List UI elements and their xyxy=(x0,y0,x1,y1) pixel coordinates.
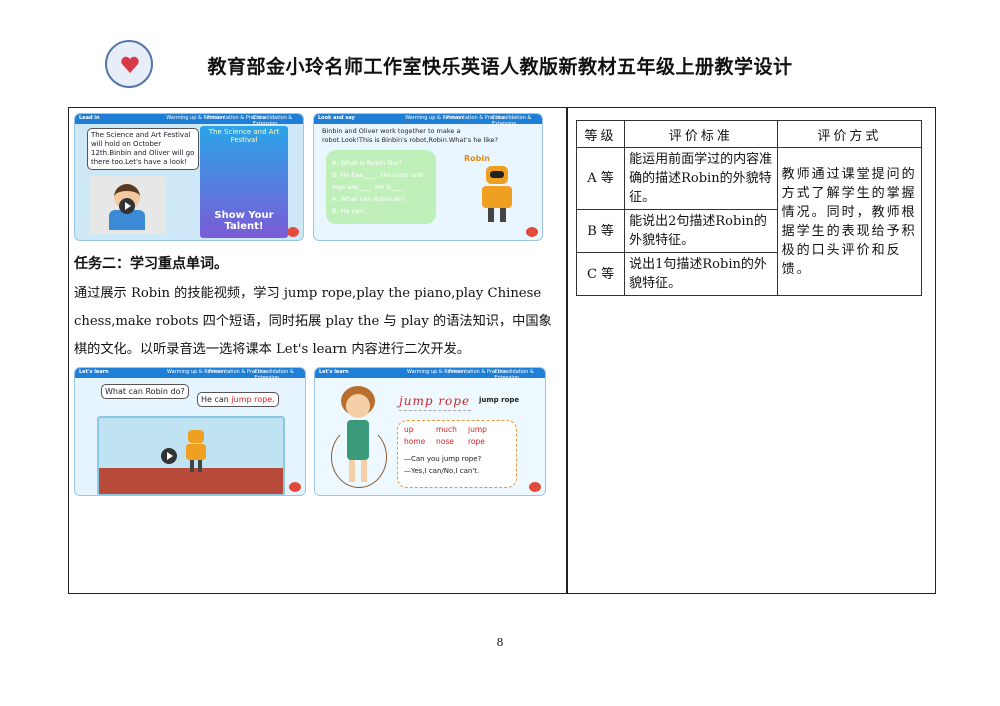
flower-icon xyxy=(289,482,301,492)
card-line: legs are____. He is____. xyxy=(332,183,407,191)
dictionary-label: jump rope xyxy=(479,396,520,404)
slide-section-label: Let's learn xyxy=(319,369,349,375)
criteria-cell: 能运用前面学过的内容准确的描述Robin的外貌特征。 xyxy=(624,147,778,210)
header-criteria: 评价标准 xyxy=(624,120,778,148)
handwritten-word: jump rope xyxy=(399,394,471,408)
grade-cell: B 等 xyxy=(575,209,626,253)
question-bubble: What can Robin do? xyxy=(101,384,189,399)
slide-look-and-say: Look and say Warming up & Revision Prese… xyxy=(313,113,543,241)
video-player[interactable] xyxy=(97,416,285,495)
method-cell: 教师通过课堂提问的方式了解学生的掌握情况。同时，教师根据学生的表现给予积极的口头… xyxy=(776,147,923,296)
play-icon[interactable] xyxy=(161,448,177,464)
table-row: A 等 能运用前面学过的内容准确的描述Robin的外貌特征。 教师通过课堂提问的… xyxy=(575,147,923,296)
slide-nav-bar: Lead in Warming up & Revision Presentati… xyxy=(75,114,303,127)
answer-prefix: He can xyxy=(201,395,232,404)
answer-bubble: He can jump rope. xyxy=(197,392,279,407)
nav-consolidation: Consolidation & Extension xyxy=(254,369,294,381)
task-description: 通过展示 Robin 的技能视频，学习 jump rope,play the p… xyxy=(74,286,552,357)
festival-poster: The Science and Art Festival Show Your T… xyxy=(200,126,288,238)
column-divider xyxy=(566,107,568,594)
table-header-row: 等级 评价标准 评价方式 xyxy=(575,120,923,148)
slide-nav-bar: Look and say Warming up & Revision Prese… xyxy=(314,114,542,127)
slide-nav-bar: Let's learn Warming up & Revision Presen… xyxy=(75,368,305,381)
grade-cell: A 等 xyxy=(575,147,626,210)
play-icon[interactable] xyxy=(119,198,135,214)
card-line: B: He can... xyxy=(332,207,370,215)
dialog-line: —Can you jump rope? xyxy=(404,455,482,463)
phonics-word: rope xyxy=(468,437,485,446)
page-number: 8 xyxy=(496,636,504,649)
card-line: B: He has____. His arms and xyxy=(332,171,423,179)
phonics-word: home xyxy=(404,437,426,446)
girl-illustration xyxy=(329,386,389,490)
document-title: 教育部金小玲名师工作室快乐英语人教版新教材五年级上册教学设计 xyxy=(207,56,793,78)
phonics-word: much xyxy=(436,425,457,434)
criteria-cell: 能说出2句描述Robin的外貌特征。 xyxy=(624,209,778,253)
speech-bubble: The Science and Art Festival will hold o… xyxy=(87,128,199,170)
flower-icon xyxy=(529,482,541,492)
slide-intro-text: Binbin and Oliver work together to make … xyxy=(322,127,498,144)
robot-label: Robin xyxy=(464,154,490,163)
phonics-word: jump xyxy=(468,425,487,434)
answer-highlight: jump rope. xyxy=(231,395,275,404)
robot-icon xyxy=(185,430,207,474)
nav-consolidation: Consolidation & Extension xyxy=(494,369,534,381)
dialog-line: —Yes,I can/No,I can't. xyxy=(404,467,480,475)
task-title: 任务二：学习重点单词。 xyxy=(74,256,228,272)
poster-slogan: Show Your Talent! xyxy=(214,210,274,232)
slide-lets-learn-word: Let's learn Warming up & Revision Presen… xyxy=(314,367,546,496)
phonics-word: nose xyxy=(436,437,454,446)
flower-icon xyxy=(526,227,538,237)
video-frame[interactable] xyxy=(89,176,165,234)
robot-icon xyxy=(476,166,516,226)
slide-lead-in: Lead in Warming up & Revision Presentati… xyxy=(74,113,304,241)
word-card: jump rope xyxy=(399,394,471,411)
flower-icon xyxy=(287,227,299,237)
slide-nav-bar: Let's learn Warming up & Revision Presen… xyxy=(315,368,545,381)
phonics-card: up much jump home nose rope —Can you jum… xyxy=(397,420,517,488)
card-line: A: What can Robin do? xyxy=(332,195,406,203)
card-line: A: What is Robin like? xyxy=(332,159,402,167)
question-card: A: What is Robin like? B: He has____. Hi… xyxy=(326,150,436,224)
criteria-cell: 说出1句描述Robin的外貌特征。 xyxy=(624,252,778,296)
header-method: 评价方式 xyxy=(776,120,923,148)
slide-lets-learn-video: Let's learn Warming up & Revision Presen… xyxy=(74,367,306,496)
header-grade: 等级 xyxy=(575,120,626,148)
phonics-word: up xyxy=(404,425,414,434)
nav-consolidation: Consolidation & Extension xyxy=(491,115,532,127)
slide-section-label: Let's learn xyxy=(79,369,109,375)
evaluation-table: 等级 评价标准 评价方式 A 等 能运用前面学过的内容准确的描述Robin的外貌… xyxy=(575,120,923,296)
poster-title: The Science and Art Festival xyxy=(208,128,280,144)
slide-section-label: Lead in xyxy=(79,115,100,121)
slide-section-label: Look and say xyxy=(318,115,355,121)
grade-cell: C 等 xyxy=(575,252,626,296)
